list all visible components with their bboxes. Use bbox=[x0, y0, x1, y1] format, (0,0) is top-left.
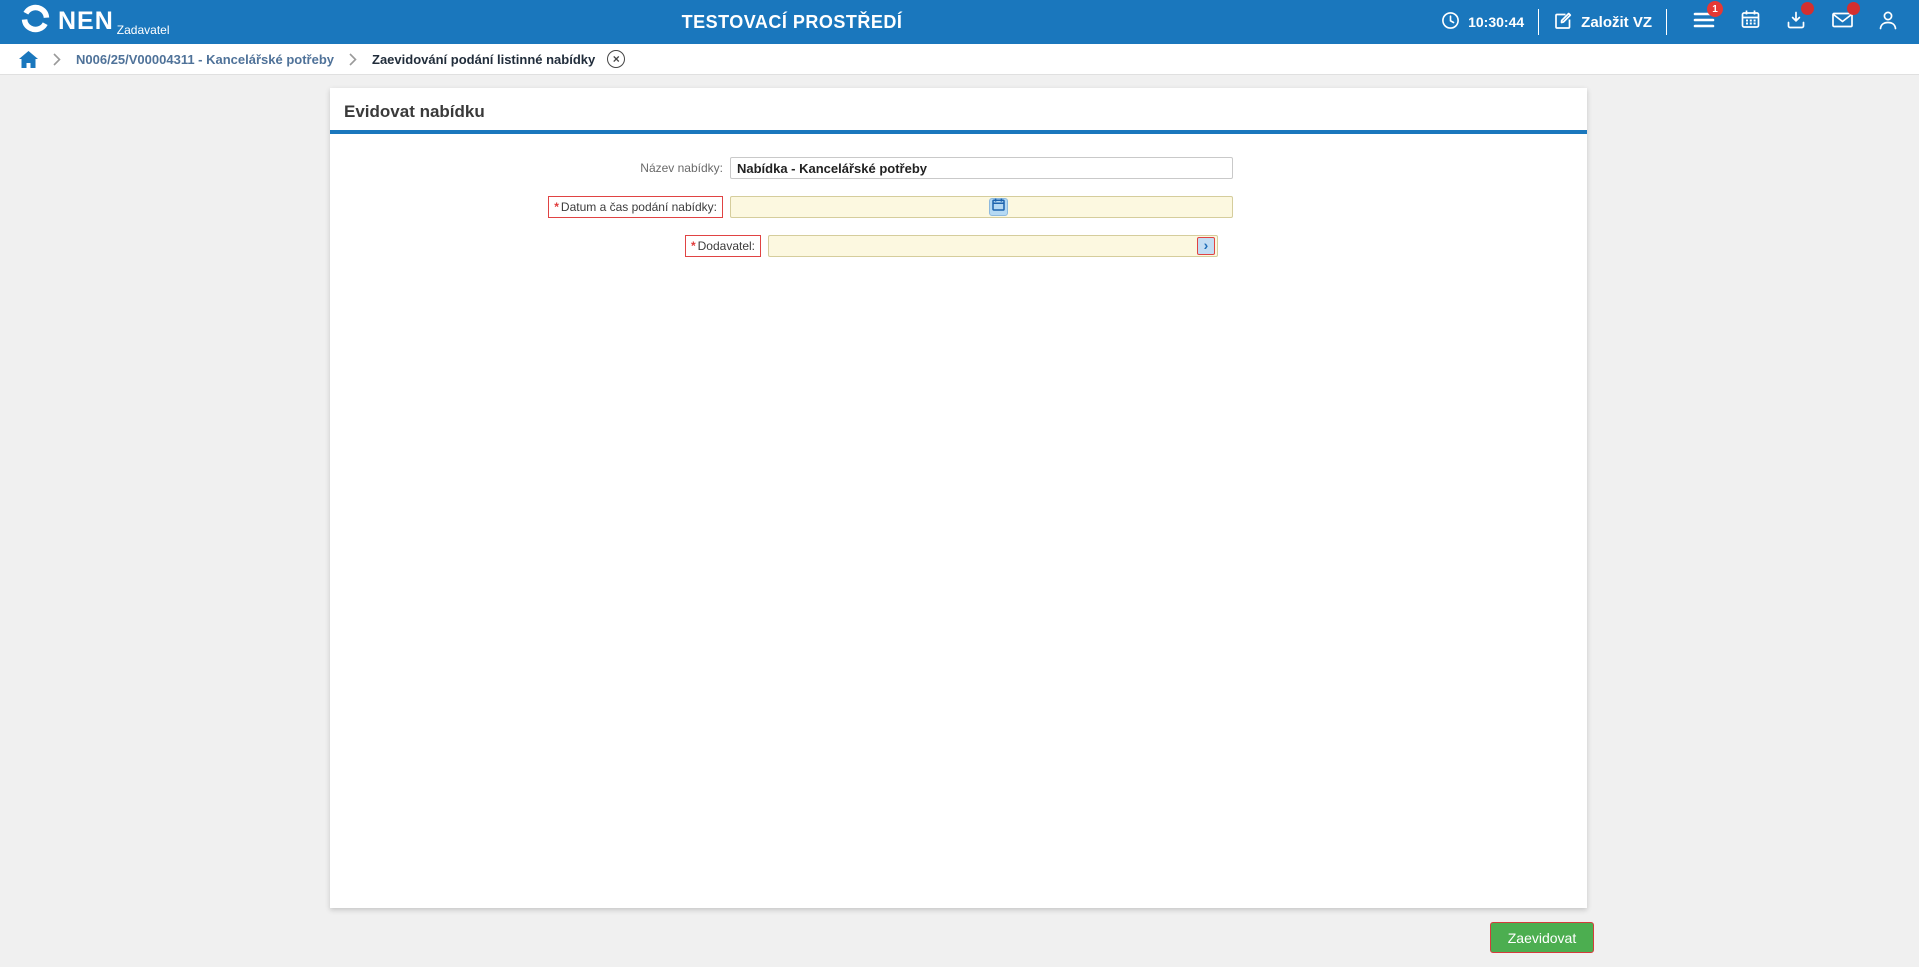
required-marker: * bbox=[690, 239, 696, 253]
breadcrumb: N006/25/V00004311 - Kancelářské potřeby … bbox=[0, 44, 1919, 75]
datum-label-box: * Datum a čas podání nabídky: bbox=[548, 196, 723, 218]
home-button[interactable] bbox=[19, 50, 38, 68]
nazev-label: Název nabídky: bbox=[640, 161, 723, 175]
form-row-datum: * Datum a čas podání nabídky: bbox=[330, 196, 1233, 218]
breadcrumb-item-contract[interactable]: N006/25/V00004311 - Kancelářské potřeby bbox=[76, 52, 334, 67]
page-title: Evidovat nabídku bbox=[344, 102, 485, 121]
datum-label: Datum a čas podání nabídky: bbox=[560, 200, 717, 214]
chevron-right-icon: › bbox=[1203, 237, 1209, 253]
close-tab-button[interactable]: × bbox=[607, 50, 626, 68]
dodavatel-label: Dodavatel: bbox=[697, 239, 755, 253]
header-divider bbox=[1538, 9, 1540, 35]
downloads-badge bbox=[1801, 2, 1814, 15]
create-vz-label: Založit VZ bbox=[1581, 13, 1652, 31]
clock-icon bbox=[1441, 11, 1460, 33]
required-marker: * bbox=[554, 200, 559, 214]
calendar-button[interactable] bbox=[1727, 0, 1773, 44]
form-row-dodavatel: * Dodavatel: › bbox=[330, 235, 1218, 257]
menu-badge: 1 bbox=[1707, 1, 1723, 17]
profile-button[interactable] bbox=[1865, 0, 1911, 44]
supplier-lookup-button[interactable]: › bbox=[1197, 237, 1215, 255]
content-card: Evidovat nabídku Název nabídky: * Datum … bbox=[330, 88, 1587, 908]
card-header: Evidovat nabídku bbox=[330, 88, 1587, 130]
brand-name: NEN bbox=[58, 6, 114, 35]
messages-badge bbox=[1847, 2, 1860, 15]
nen-logo[interactable]: NEN Zadavatel bbox=[20, 3, 170, 39]
chevron-right-icon bbox=[53, 52, 61, 66]
downloads-button[interactable] bbox=[1773, 0, 1819, 44]
submit-button[interactable]: Zaevidovat bbox=[1490, 922, 1594, 953]
brand-role: Zadavatel bbox=[116, 22, 170, 37]
menu-button[interactable]: 1 bbox=[1681, 0, 1727, 44]
edit-icon bbox=[1553, 11, 1573, 34]
calendar-icon bbox=[1740, 9, 1761, 35]
datum-input[interactable] bbox=[730, 196, 1233, 218]
create-vz-button[interactable]: Založit VZ bbox=[1553, 11, 1652, 34]
offer-form: Název nabídky: * Datum a čas podání nabí… bbox=[330, 134, 1587, 257]
clock: 10:30:44 bbox=[1441, 11, 1524, 33]
dodavatel-label-box: * Dodavatel: bbox=[684, 235, 761, 257]
calendar-picker-icon bbox=[991, 198, 1005, 216]
datepicker-button[interactable] bbox=[988, 198, 1008, 216]
form-row-nazev: Název nabídky: bbox=[330, 157, 1233, 179]
clock-time: 10:30:44 bbox=[1468, 14, 1525, 30]
messages-button[interactable] bbox=[1819, 0, 1865, 44]
breadcrumb-item-current: Zaevidování podání listinné nabídky bbox=[372, 51, 596, 67]
header-divider bbox=[1666, 9, 1667, 35]
user-icon bbox=[1878, 10, 1898, 35]
environment-title: TESTOVACÍ PROSTŘEDÍ bbox=[681, 11, 903, 32]
nazev-input[interactable] bbox=[730, 157, 1233, 179]
chevron-right-icon bbox=[349, 52, 357, 66]
dodavatel-input[interactable] bbox=[768, 235, 1218, 257]
top-header: NEN Zadavatel TESTOVACÍ PROSTŘEDÍ 10:30:… bbox=[0, 0, 1919, 44]
close-icon: × bbox=[612, 51, 620, 66]
nen-ring-icon bbox=[20, 3, 51, 39]
